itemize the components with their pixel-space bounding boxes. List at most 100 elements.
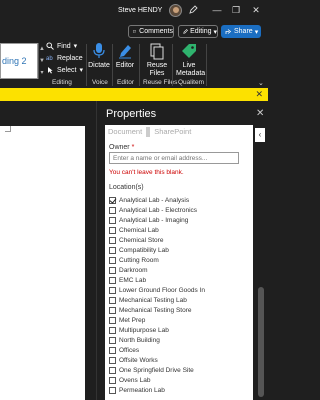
checkbox[interactable] (109, 376, 116, 384)
checkbox[interactable] (109, 306, 116, 314)
location-option[interactable]: Ovens Lab (109, 375, 205, 385)
location-option[interactable]: Lower Ground Floor Goods In (109, 285, 205, 295)
close-icon[interactable]: ✕ (255, 89, 263, 100)
location-option[interactable]: Permeation Lab (109, 385, 205, 395)
checkbox[interactable] (109, 336, 116, 344)
location-label: One Springfield Drive Site (119, 366, 194, 374)
checkbox[interactable] (109, 326, 116, 334)
location-label: North Building (119, 336, 160, 344)
style-gallery-item[interactable]: ding 2 (0, 43, 38, 79)
owner-input[interactable] (109, 152, 239, 164)
find-button[interactable]: Find ▾ (46, 42, 77, 50)
location-option[interactable]: Mechanical Testing Lab (109, 295, 205, 305)
more-styles-icon[interactable]: ▾ (39, 67, 45, 79)
checkbox[interactable] (109, 216, 116, 224)
document-page[interactable] (0, 126, 85, 400)
restore-button[interactable]: ❐ (229, 4, 243, 16)
editing-mode-button[interactable]: Editing ▾ (178, 25, 218, 38)
editing-group-label: Editing (52, 79, 72, 86)
dictate-label: Dictate (88, 62, 110, 69)
location-option[interactable]: Analytical Lab - Analysis (109, 195, 205, 205)
live-metadata-button[interactable]: Live Metadata (175, 42, 205, 78)
avatar[interactable] (169, 4, 182, 17)
checkbox[interactable] (109, 316, 116, 324)
location-option[interactable]: Offices (109, 345, 205, 355)
location-option[interactable]: Multipurpose Lab (109, 325, 205, 335)
minimize-button[interactable]: — (210, 4, 224, 16)
checkbox[interactable] (109, 356, 116, 364)
checkbox[interactable] (109, 286, 116, 294)
editor-button[interactable]: Editor (115, 42, 135, 70)
location-option[interactable]: EMC Lab (109, 275, 205, 285)
location-option[interactable]: Chemical Lab (109, 225, 205, 235)
checkbox[interactable] (109, 296, 116, 304)
location-label: Ovens Lab (119, 376, 151, 384)
location-option[interactable]: Darkroom (109, 265, 205, 275)
location-option[interactable]: Analytical Lab - Electronics (109, 205, 205, 215)
checkbox[interactable] (109, 206, 116, 214)
pen-icon[interactable] (188, 5, 198, 15)
owner-error-text: You can't leave this blank. (109, 169, 184, 176)
reuse-files-button[interactable]: Reuse Files (142, 42, 172, 78)
tab-document[interactable]: Document (108, 127, 146, 137)
checkbox-checked[interactable] (109, 196, 116, 204)
checkbox[interactable] (109, 346, 116, 354)
replace-button[interactable]: ab Replace (46, 54, 83, 63)
share-button[interactable]: Share ▾ (221, 25, 261, 38)
close-window-button[interactable]: ✕ (249, 4, 263, 16)
location-option[interactable]: Compatibility Lab (109, 245, 205, 255)
checkbox[interactable] (109, 256, 116, 264)
ribbon-divider (206, 44, 207, 86)
owner-label: Owner * (109, 144, 134, 151)
properties-form: Document SharePoint Owner * You can't le… (105, 125, 253, 400)
tab-sharepoint[interactable]: SharePoint (154, 127, 195, 137)
properties-pane: Properties ✕ Document SharePoint Owner *… (96, 101, 268, 400)
dictate-button[interactable]: Dictate (88, 42, 110, 70)
ribbon-collapse-icon[interactable]: ⌄ (258, 79, 264, 87)
checkbox[interactable] (109, 266, 116, 274)
location-option[interactable]: North Building (109, 335, 205, 345)
chevron-down-icon: ▾ (213, 28, 217, 36)
location-label: Lower Ground Floor Goods In (119, 286, 205, 294)
location-label: Met Prep (119, 316, 146, 324)
select-button[interactable]: Select ▾ (46, 66, 83, 74)
document-area (0, 101, 96, 400)
location-label: Permeation Lab (119, 386, 165, 394)
location-option[interactable]: Mechanical Testing Store (109, 305, 205, 315)
location-option[interactable]: One Springfield Drive Site (109, 365, 205, 375)
replace-label: Replace (57, 54, 83, 62)
checkbox[interactable] (109, 246, 116, 254)
margin-marker (5, 126, 11, 132)
share-icon (225, 29, 232, 34)
location-option[interactable]: Offsite Works (109, 355, 205, 365)
location-option[interactable]: Cutting Room (109, 255, 205, 265)
chevron-down-icon: ▾ (254, 28, 259, 36)
location-option[interactable]: Analytical Lab - Imaging (109, 215, 205, 225)
required-mark: * (131, 144, 135, 151)
ribbon-divider (172, 44, 173, 86)
close-pane-icon[interactable]: ✕ (256, 108, 264, 119)
scroll-up-icon[interactable]: ▲ (39, 43, 45, 55)
checkbox[interactable] (109, 226, 116, 234)
checkbox[interactable] (109, 366, 116, 374)
select-label: Select (57, 66, 77, 74)
style-gallery-scroller[interactable]: ▲ ▼ ▾ (38, 43, 45, 79)
comments-button[interactable]: Comments (128, 25, 174, 38)
location-option[interactable]: Chemical Store (109, 235, 205, 245)
ribbon: ding 2 ▲ ▼ ▾ Find ▾ ab Replace Select ▾ … (0, 40, 268, 88)
comments-label: Comments (139, 28, 173, 35)
scroll-down-icon[interactable]: ▼ (39, 55, 45, 67)
pencil-icon (183, 29, 188, 34)
checkbox[interactable] (109, 236, 116, 244)
location-option[interactable]: Met Prep (109, 315, 205, 325)
locations-list: Analytical Lab - Analysis Analytical Lab … (109, 195, 205, 395)
scrollbar-thumb[interactable] (258, 287, 264, 397)
checkbox[interactable] (109, 386, 116, 394)
checkbox[interactable] (109, 276, 116, 284)
location-label: Cutting Room (119, 256, 159, 264)
location-label: Mechanical Testing Lab (119, 296, 187, 304)
properties-tabs: Document SharePoint (108, 127, 195, 137)
collapse-pane-button[interactable]: ‹ (255, 128, 265, 142)
share-label: Share (234, 28, 253, 35)
pane-scrollbar[interactable] (257, 147, 265, 400)
